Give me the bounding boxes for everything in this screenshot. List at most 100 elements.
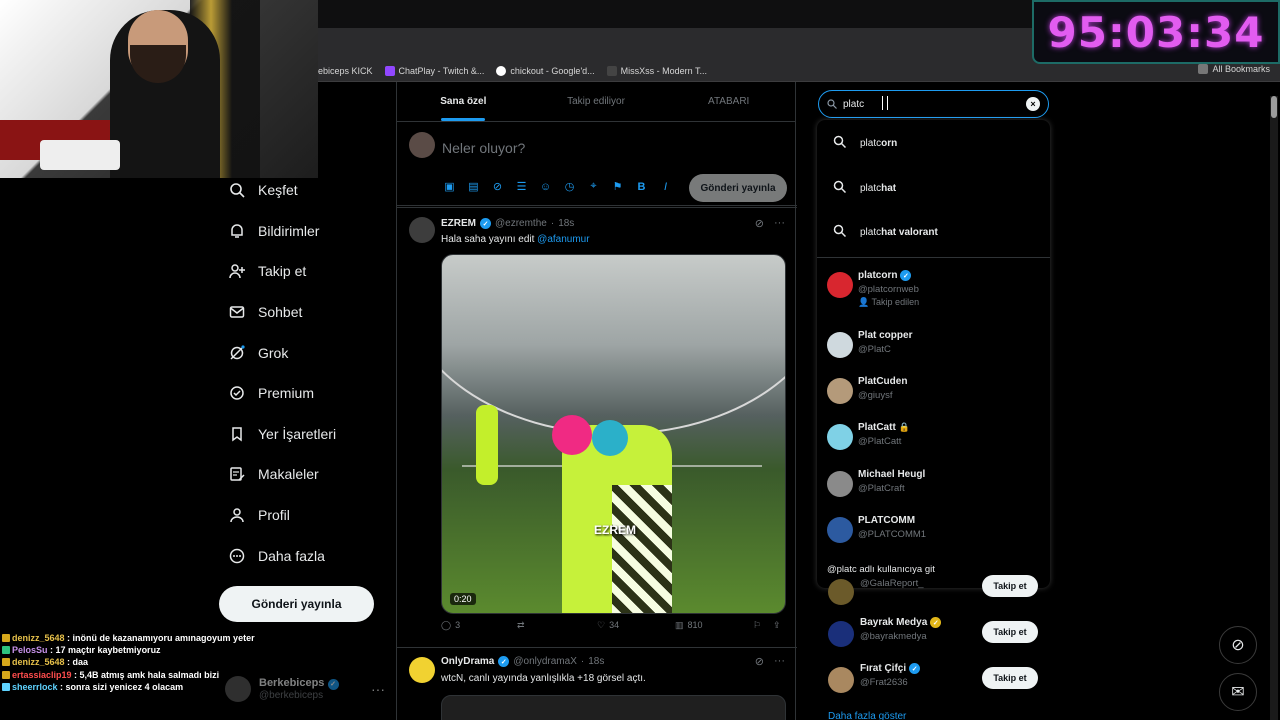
emoji-icon[interactable]: ☺ <box>538 179 553 194</box>
messages-floating-button[interactable]: ✉ <box>1219 673 1257 711</box>
more-circle-icon <box>228 547 246 565</box>
search-suggestion[interactable]: platchat <box>817 166 1050 210</box>
reply-button[interactable]: ◯ 3 <box>441 620 460 631</box>
tweet-time[interactable]: 18s <box>558 218 574 229</box>
follow-suggestion[interactable]: @GalaReport_ Takip et <box>818 575 1050 619</box>
like-button[interactable]: ♡ 34 <box>597 620 619 631</box>
show-more-link[interactable]: Daha fazla göster <box>828 711 906 720</box>
tweet[interactable]: EZREM ✓ @ezremthe · 18s ⊘ ··· Hala saha … <box>397 207 797 647</box>
clear-search-icon[interactable]: × <box>1026 97 1040 111</box>
search-suggestion[interactable]: platcorn <box>817 121 1050 165</box>
scrollbar-thumb[interactable] <box>1271 96 1277 118</box>
nav-premium[interactable]: Premium <box>218 373 388 414</box>
avatar[interactable] <box>409 217 435 243</box>
bold-icon[interactable]: B <box>634 179 649 194</box>
user-result[interactable]: PlatCuden @giuysf <box>817 376 1050 422</box>
tab-for-you[interactable]: Sana özel <box>397 82 530 121</box>
page-scrollbar[interactable] <box>1270 96 1278 720</box>
flag-icon[interactable]: ⚑ <box>610 179 625 194</box>
chat-badge-icon <box>2 682 10 691</box>
bookmark-item[interactable]: MissXss - Modern T... <box>606 65 707 76</box>
chat-user: ertassiaclip19 <box>12 669 72 680</box>
user-handle: @PlatC <box>858 344 891 355</box>
tweet-author-name[interactable]: OnlyDrama <box>441 656 494 667</box>
nav-grok[interactable]: Grok <box>218 332 388 373</box>
follow-suggestion[interactable]: Bayrak Medya ✓ @bayrakmedya Takip et <box>818 617 1050 661</box>
avatar <box>827 517 853 543</box>
follow-button[interactable]: Takip et <box>982 575 1038 597</box>
tweet-mention[interactable]: @afanumur <box>537 234 589 245</box>
goto-user-link[interactable]: @platc adlı kullanıcıya git <box>827 564 935 575</box>
bookmark-item[interactable]: ChatPlay - Twitch &... <box>384 65 484 76</box>
chat-text: : sonra sizi yenicez 4 olacam <box>57 681 184 692</box>
tweet-author-handle[interactable]: @onlydramaX <box>513 656 577 667</box>
suggestion-name-row: Fırat Çifçi ✓ <box>860 663 921 674</box>
tweet-image[interactable] <box>441 695 786 720</box>
user-result[interactable]: Michael Heugl @PlatCraft <box>817 469 1050 515</box>
user-result[interactable]: platcorn ✓ @platcornweb 👤 Takip edilen <box>817 270 1050 316</box>
feed-tabs: Sana özel Takip ediliyor ATABARI <box>397 82 795 122</box>
tweet[interactable]: OnlyDrama ✓ @onlydramaX · 18s ⊘ ··· wtcN… <box>397 647 797 720</box>
tweet-time[interactable]: 18s <box>588 656 604 667</box>
avatar <box>827 272 853 298</box>
chat-badge-icon <box>2 634 10 642</box>
search-input[interactable]: platc × <box>818 90 1049 118</box>
more-dots-icon[interactable]: ··· <box>774 655 785 668</box>
location-icon[interactable]: ⌖ <box>586 179 601 194</box>
verified-gold-badge-icon: ✓ <box>930 617 942 628</box>
more-dots-icon[interactable]: ··· <box>371 681 385 697</box>
tab-atabari[interactable]: ATABARI <box>662 82 795 121</box>
more-dots-icon[interactable]: ··· <box>774 217 785 230</box>
nav-articles[interactable]: Makaleler <box>218 454 388 495</box>
tweet-text: wtcN, canlı yayında yanlışlıkla +18 görs… <box>441 673 646 684</box>
grok-icon[interactable]: ⊘ <box>755 655 764 668</box>
bookmark-button[interactable]: ⚐ <box>753 620 761 631</box>
list-icon[interactable]: ☰ <box>514 179 529 194</box>
user-result[interactable]: Plat copper @PlatC <box>817 330 1050 376</box>
bookmark-icon: ⚐ <box>753 619 762 630</box>
user-result[interactable]: PLATCOMM @PLATCOMM1 <box>817 515 1050 561</box>
suggestion-text: platchat <box>860 183 896 194</box>
follow-button[interactable]: Takip et <box>982 621 1038 643</box>
nav-bookmarks[interactable]: Yer İşaretleri <box>218 414 388 455</box>
tab-following[interactable]: Takip ediliyor <box>530 82 663 121</box>
bookmark-icon <box>228 425 246 443</box>
nav-messages[interactable]: Sohbet <box>218 292 388 333</box>
tweet-author-name[interactable]: EZREM <box>441 218 476 229</box>
grok-floating-button[interactable]: ⊘ <box>1219 626 1257 664</box>
share-button[interactable]: ⇪ <box>773 620 781 631</box>
user-result[interactable]: PlatCatt 🔒 @PlatCatt <box>817 422 1050 468</box>
tweet-header: OnlyDrama ✓ @onlydramaX · 18s <box>441 656 604 667</box>
tweet-video[interactable]: EZREM 0:20 <box>441 254 786 614</box>
nav-more[interactable]: Daha fazla <box>218 535 388 576</box>
user-name: PlatCatt <box>858 422 896 433</box>
follow-note: Takip edilen <box>871 297 920 307</box>
italic-icon[interactable]: I <box>658 179 673 194</box>
nav-explore[interactable]: Keşfet <box>218 170 388 211</box>
gif-icon[interactable]: ▤ <box>466 179 481 194</box>
grok-icon[interactable]: ⊘ <box>755 217 764 230</box>
views-button[interactable]: ▥ 810 <box>675 620 703 631</box>
post-button[interactable]: Gönderi yayınla <box>219 586 374 622</box>
composer-input[interactable]: Neler oluyor? <box>442 140 525 156</box>
nav-notifications[interactable]: Bildirimler <box>218 211 388 252</box>
tweet-author-handle[interactable]: @ezremthe <box>495 218 547 229</box>
video-frame-blue-hair <box>592 420 628 456</box>
follow-button[interactable]: Takip et <box>982 667 1038 689</box>
schedule-icon[interactable]: ◷ <box>562 179 577 194</box>
nav-profile[interactable]: Profil <box>218 495 388 536</box>
image-icon[interactable]: ▣ <box>442 179 457 194</box>
chat-message: PelosSu : 17 maçtır kaybetmiyoruz <box>2 644 302 656</box>
all-bookmarks-button[interactable]: All Bookmarks <box>1198 64 1270 74</box>
grok-icon[interactable]: ⊘ <box>490 179 505 194</box>
bookmark-item[interactable]: chickout - Google'd... <box>496 65 595 76</box>
avatar[interactable] <box>409 657 435 683</box>
nav-follow[interactable]: Takip et <box>218 251 388 292</box>
bookmark-item[interactable]: ebiceps KICK <box>318 66 373 76</box>
chat-user: denizz_5648 <box>12 633 65 643</box>
composer-post-button[interactable]: Gönderi yayınla <box>689 174 787 202</box>
search-suggestion[interactable]: platchat valorant <box>817 210 1050 254</box>
follow-suggestion[interactable]: Fırat Çifçi ✓ @Frat2636 Takip et <box>818 663 1050 707</box>
repost-button[interactable]: ⇄ <box>517 620 525 631</box>
mail-icon <box>228 303 246 321</box>
